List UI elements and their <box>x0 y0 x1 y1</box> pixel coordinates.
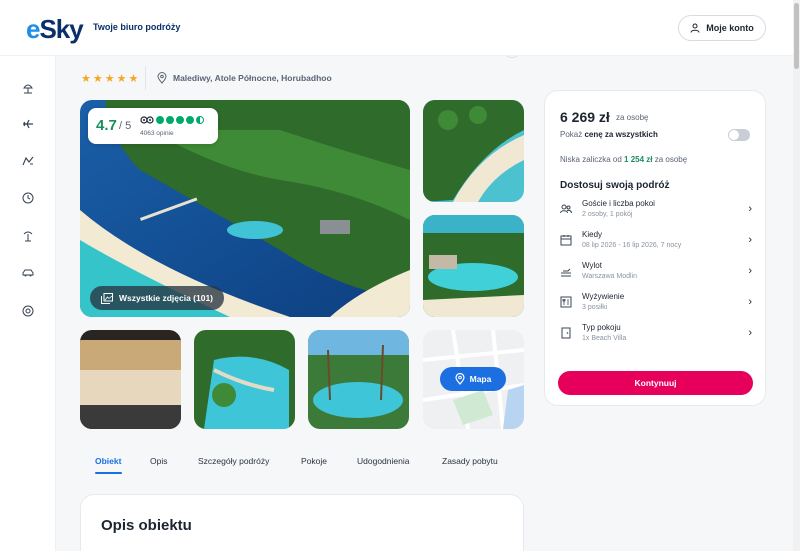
description-card: Opis obiektu <box>80 494 524 551</box>
car-icon[interactable] <box>20 265 36 281</box>
gallery-thumbnail[interactable] <box>423 215 524 317</box>
hotel-stars: ★★★★★ <box>81 73 141 85</box>
clock-icon[interactable] <box>20 190 36 206</box>
chevron-right-icon: › <box>748 203 752 215</box>
chevron-right-icon: › <box>748 296 752 308</box>
left-sidebar <box>0 56 56 551</box>
rating-card[interactable]: 4.7 / 5 4063 opinie <box>88 108 218 144</box>
booking-panel: 6 269 zł za osobę Pokaż cenę za wszystki… <box>544 90 766 406</box>
chevron-right-icon: › <box>748 265 752 277</box>
gallery-icon <box>100 292 113 304</box>
esky-logo[interactable]: eSky <box>26 14 84 45</box>
deposit-info: Niska zaliczka od 1 254 zł za osobę <box>560 155 688 164</box>
rating-scale: / 5 <box>119 120 132 132</box>
divider <box>145 66 146 90</box>
meals-icon <box>560 296 572 308</box>
calendar-icon <box>560 235 572 246</box>
chevron-right-icon: › <box>748 327 752 339</box>
customize-title: Dostosuj swoją podróż <box>560 180 670 191</box>
tab-zasady-pobytu[interactable]: Zasady pobytu <box>442 456 498 466</box>
tripadvisor-owl-icon <box>140 116 154 124</box>
continue-button[interactable]: Kontynuuj <box>558 371 753 395</box>
option-value: 3 posiłki <box>582 304 608 311</box>
description-title: Opis obiektu <box>101 517 192 534</box>
show-total-price-toggle[interactable] <box>728 129 750 141</box>
all-photos-label: Wszystkie zdjęcia (101) <box>118 293 213 303</box>
top-header: eSky Twoje biuro podróży Moje konto <box>0 0 793 56</box>
option-label: Wylot <box>582 261 602 270</box>
user-icon <box>690 23 700 33</box>
gallery-thumbnail[interactable] <box>423 100 524 202</box>
all-photos-button[interactable]: Wszystkie zdjęcia (101) <box>90 286 224 310</box>
option-label: Typ pokoju <box>582 323 621 332</box>
option-guests-rooms[interactable]: Goście i liczba pokoi 2 osoby, 1 pokój › <box>560 199 752 227</box>
gallery-thumbnail[interactable] <box>308 330 409 429</box>
tagline: Twoje biuro podróży <box>93 22 181 32</box>
option-value: 08 lip 2026 - 16 lip 2026, 7 nocy <box>582 242 682 249</box>
page-scrollbar[interactable] <box>793 0 800 551</box>
beach-umbrella-icon[interactable] <box>20 80 36 96</box>
tab-szczegoly-podrozy[interactable]: Szczegóły podróży <box>198 456 269 466</box>
rating-dots <box>156 116 204 124</box>
option-value: 1x Beach Villa <box>582 335 627 342</box>
option-label: Goście i liczba pokoi <box>582 199 655 208</box>
tab-udogodnienia[interactable]: Udogodnienia <box>357 456 409 466</box>
tab-opis[interactable]: Opis <box>150 456 167 466</box>
palm-tree-icon[interactable] <box>20 228 36 244</box>
rating-dot <box>176 116 184 124</box>
rating-dot <box>186 116 194 124</box>
door-icon <box>561 327 571 339</box>
chevron-right-icon: › <box>748 234 752 246</box>
scrollbar-thumb[interactable] <box>794 3 799 69</box>
active-tab-indicator <box>95 472 122 474</box>
map-pin-icon <box>455 373 465 385</box>
gallery-thumbnail[interactable] <box>194 330 295 429</box>
tab-pokoje[interactable]: Pokoje <box>301 456 327 466</box>
my-account-label: Moje konto <box>706 23 754 33</box>
map-label: Mapa <box>469 374 492 384</box>
settings-icon[interactable] <box>20 303 36 319</box>
rating-score: 4.7 <box>96 117 117 134</box>
show-total-price-label: Pokaż cenę za wszystkich <box>560 130 658 139</box>
option-value: 2 osoby, 1 pokój <box>582 211 633 218</box>
plane-takeoff-icon <box>561 268 571 277</box>
tab-obiekt[interactable]: Obiekt <box>95 456 121 466</box>
price: 6 269 zł <box>560 109 610 125</box>
my-account-button[interactable]: Moje konto <box>678 15 766 41</box>
location-pin-icon <box>157 72 167 84</box>
rating-dot-half <box>196 116 204 124</box>
rating-dot <box>156 116 164 124</box>
option-label: Kiedy <box>582 230 603 239</box>
option-dates[interactable]: Kiedy 08 lip 2026 - 16 lip 2026, 7 nocy … <box>560 230 752 258</box>
option-room-type[interactable]: Typ pokoju 1x Beach Villa › <box>560 323 752 351</box>
hotel-location[interactable]: Malediwy, Atole Północne, Horubadhoo <box>157 72 332 84</box>
hotel-bed-icon[interactable] <box>20 153 36 169</box>
reviews-count: 4063 opinie <box>140 130 174 137</box>
gallery-thumbnail[interactable] <box>80 330 181 429</box>
plane-icon[interactable] <box>20 116 36 132</box>
section-tabs: Obiekt Opis Szczegóły podróży Pokoje Udo… <box>80 452 524 476</box>
guests-icon <box>560 204 572 214</box>
rating-dot <box>166 116 174 124</box>
map-button[interactable]: Mapa <box>440 367 506 391</box>
option-label: Wyżywienie <box>582 292 625 301</box>
option-value: Warszawa Modlin <box>582 273 637 280</box>
option-meals[interactable]: Wyżywienie 3 posiłki › <box>560 292 752 320</box>
option-departure[interactable]: Wylot Warszawa Modlin › <box>560 261 752 289</box>
location-text: Malediwy, Atole Północne, Horubadhoo <box>173 73 332 83</box>
price-per-person: za osobę <box>616 113 649 122</box>
